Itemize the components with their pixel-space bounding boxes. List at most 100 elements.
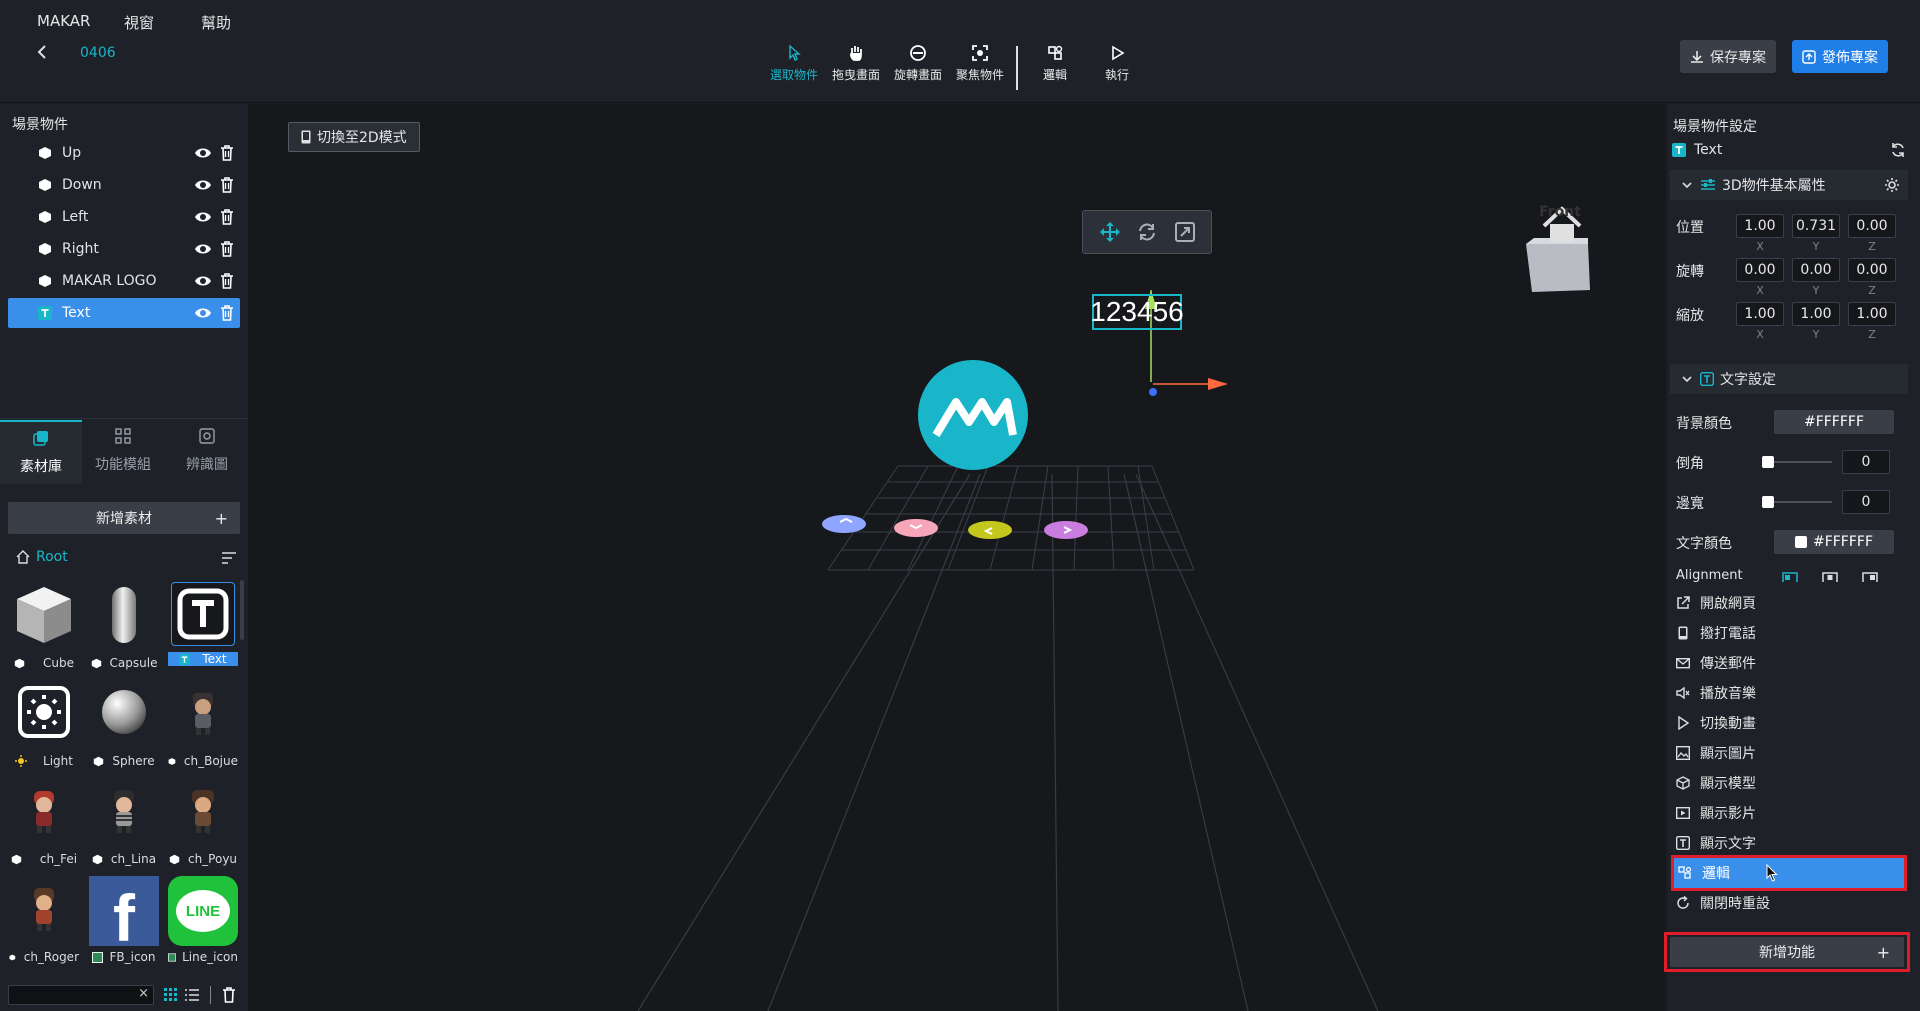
- corner-input[interactable]: 0: [1842, 450, 1890, 474]
- asset-label: ch_Bojue: [183, 754, 238, 768]
- asset-sphere[interactable]: Sphere: [89, 680, 159, 774]
- function-animation[interactable]: 切換動畫: [1676, 708, 1912, 738]
- asset-cube[interactable]: Cube: [9, 582, 79, 676]
- publish-project-button[interactable]: 發佈專案: [1792, 40, 1888, 73]
- align-right-icon[interactable]: [1862, 572, 1878, 582]
- text-object[interactable]: 123456: [1090, 294, 1184, 330]
- asset-ch-bojue[interactable]: ch_Bojue: [168, 680, 238, 774]
- menu-help[interactable]: 幫助: [201, 12, 231, 33]
- project-name[interactable]: 0406: [80, 45, 116, 61]
- asset-text[interactable]: Text: [168, 582, 238, 676]
- home-view-icon[interactable]: [1550, 206, 1574, 230]
- asset-ch-roger[interactable]: ch_Roger: [9, 876, 79, 970]
- asset-fb-icon[interactable]: f FB_icon: [89, 876, 159, 970]
- eye-icon[interactable]: [194, 306, 212, 320]
- tool-focus[interactable]: 聚焦物件: [949, 44, 1011, 83]
- add-function-button[interactable]: 新增功能 +: [1670, 937, 1904, 967]
- function-open-web[interactable]: 開啟網頁: [1676, 588, 1912, 618]
- scale-icon[interactable]: [1174, 221, 1196, 243]
- scene-item-up[interactable]: Up: [8, 138, 240, 168]
- scene-item-makar-logo[interactable]: MAKAR LOGO: [8, 266, 240, 296]
- position-z-input[interactable]: 0.00: [1848, 214, 1896, 238]
- border-input[interactable]: 0: [1842, 490, 1890, 514]
- eye-icon[interactable]: [194, 178, 212, 192]
- scene-viewport[interactable]: 切換至2D模式 Front 123456: [248, 104, 1666, 1011]
- tab-markers[interactable]: 辨識圖: [166, 420, 248, 484]
- tool-pan[interactable]: 拖曳畫面: [825, 44, 887, 83]
- sort-icon[interactable]: [221, 552, 237, 564]
- rotation-y-input[interactable]: 0.00: [1792, 258, 1840, 282]
- scale-x-input[interactable]: 1.00: [1736, 302, 1784, 326]
- function-text[interactable]: 顯示文字: [1676, 828, 1912, 858]
- position-x-input[interactable]: 1.00: [1736, 214, 1784, 238]
- list-view-icon[interactable]: [185, 988, 199, 1002]
- text-color-input[interactable]: #FFFFFF: [1774, 530, 1894, 554]
- move-icon[interactable]: [1099, 221, 1121, 243]
- scene-item-text[interactable]: Text: [8, 298, 240, 328]
- save-project-button[interactable]: 保存專案: [1680, 40, 1776, 73]
- clear-icon[interactable]: ×: [138, 986, 149, 1001]
- eye-icon[interactable]: [194, 146, 212, 160]
- eye-icon[interactable]: [194, 210, 212, 224]
- trash-icon[interactable]: [220, 209, 234, 225]
- switch-2d-button[interactable]: 切換至2D模式: [288, 122, 420, 152]
- function-reset-on-close[interactable]: 關閉時重設: [1676, 888, 1912, 918]
- rotation-x-input[interactable]: 0.00: [1736, 258, 1784, 282]
- tool-select[interactable]: 選取物件: [763, 44, 825, 83]
- gear-icon[interactable]: [1884, 177, 1900, 193]
- asset-scrollbar[interactable]: [240, 580, 244, 640]
- rotation-z-input[interactable]: 0.00: [1848, 258, 1896, 282]
- align-center-icon[interactable]: [1822, 572, 1838, 582]
- function-music[interactable]: 播放音樂: [1676, 678, 1912, 708]
- grid-view-icon[interactable]: [164, 988, 178, 1002]
- menu-makar[interactable]: MAKAR: [37, 12, 90, 30]
- asset-ch-fei[interactable]: ch_Fei: [9, 778, 79, 872]
- eye-icon[interactable]: [194, 274, 212, 288]
- eye-icon[interactable]: [194, 242, 212, 256]
- asset-capsule[interactable]: Capsule: [89, 582, 159, 676]
- asset-ch-poyu[interactable]: ch_Poyu: [168, 778, 238, 872]
- tool-rotate-view[interactable]: 旋轉畫面: [887, 44, 949, 83]
- scene-item-right[interactable]: Right: [8, 234, 240, 264]
- scale-z-input[interactable]: 1.00: [1848, 302, 1896, 326]
- add-asset-button[interactable]: 新增素材 +: [8, 502, 240, 534]
- function-video[interactable]: 顯示影片: [1676, 798, 1912, 828]
- function-mail[interactable]: 傳送郵件: [1676, 648, 1912, 678]
- scene-item-down[interactable]: Down: [8, 170, 240, 200]
- align-left-icon[interactable]: [1782, 572, 1798, 582]
- scene-item-left[interactable]: Left: [8, 202, 240, 232]
- border-slider[interactable]: [1766, 501, 1832, 503]
- tool-logic[interactable]: 邏輯: [1024, 44, 1086, 83]
- border-slider-handle[interactable]: [1762, 496, 1774, 508]
- tab-assets[interactable]: 素材庫: [0, 420, 82, 484]
- basic-properties-header[interactable]: 3D物件基本屬性: [1670, 170, 1908, 200]
- tab-modules[interactable]: 功能模組: [82, 420, 164, 484]
- function-phone[interactable]: 撥打電話: [1676, 618, 1912, 648]
- tool-run[interactable]: 執行: [1086, 44, 1148, 83]
- text-settings-header[interactable]: 文字設定: [1670, 364, 1908, 394]
- asset-ch-lina[interactable]: ch_Lina: [89, 778, 159, 872]
- function-image[interactable]: 顯示圖片: [1676, 738, 1912, 768]
- asset-light[interactable]: Light: [9, 680, 79, 774]
- function-logic[interactable]: 邏輯: [1674, 858, 1904, 888]
- trash-icon[interactable]: [220, 177, 234, 193]
- function-model[interactable]: 顯示模型: [1676, 768, 1912, 798]
- corner-slider-handle[interactable]: [1762, 456, 1774, 468]
- rotate-icon[interactable]: [1136, 221, 1158, 243]
- trash-icon[interactable]: [220, 145, 234, 161]
- trash-icon[interactable]: [220, 241, 234, 257]
- play-icon: [1678, 716, 1690, 730]
- refresh-icon[interactable]: [1890, 142, 1906, 158]
- scale-y-input[interactable]: 1.00: [1792, 302, 1840, 326]
- bg-color-input[interactable]: #FFFFFF: [1774, 410, 1894, 434]
- menu-window[interactable]: 視窗: [124, 12, 154, 33]
- asset-search-input[interactable]: ×: [8, 985, 154, 1005]
- trash-icon[interactable]: [220, 273, 234, 289]
- breadcrumb[interactable]: Root: [16, 549, 68, 565]
- position-y-input[interactable]: 0.731: [1792, 214, 1840, 238]
- asset-line-icon[interactable]: LINE Line_icon: [168, 876, 238, 970]
- trash-icon[interactable]: [220, 305, 234, 321]
- trash-icon[interactable]: [222, 987, 236, 1003]
- corner-slider[interactable]: [1766, 461, 1832, 463]
- back-icon[interactable]: [36, 44, 48, 64]
